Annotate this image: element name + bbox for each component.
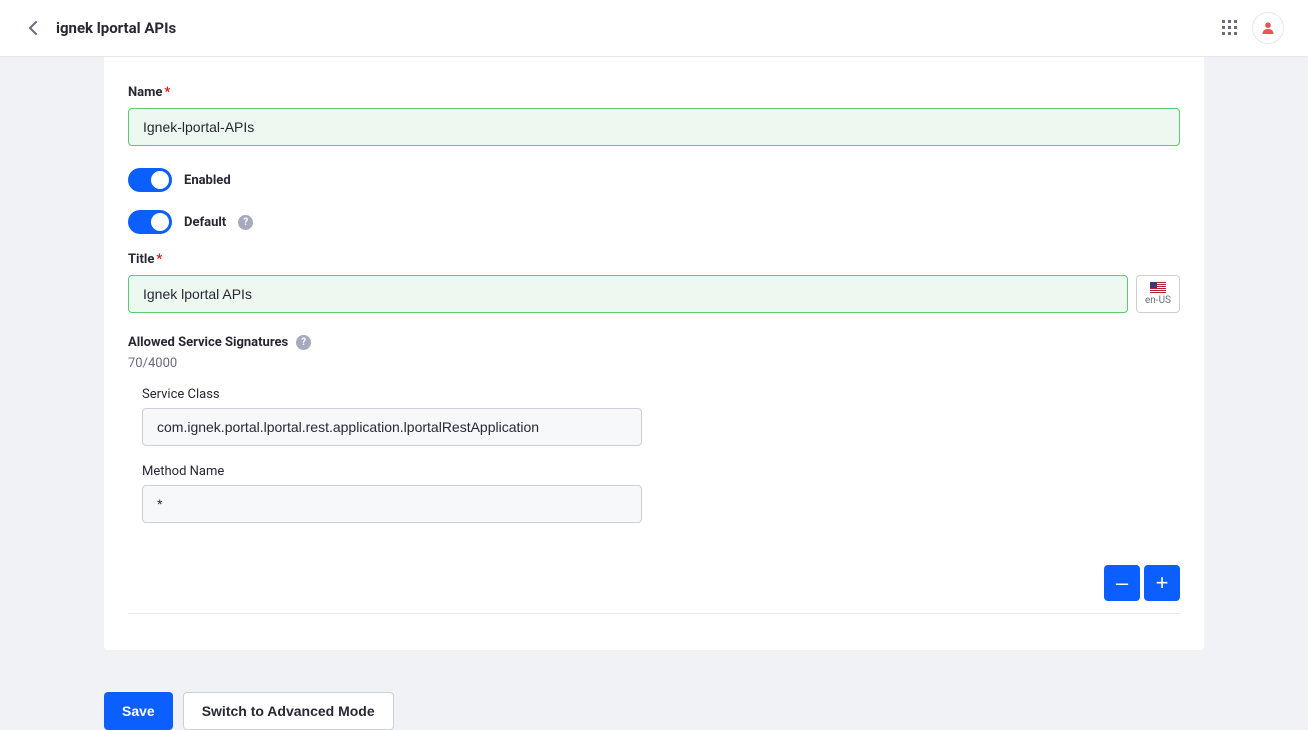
user-menu-button[interactable] [1252,12,1284,44]
service-class-input[interactable] [142,408,642,446]
enabled-row: Enabled [128,168,1180,192]
topbar: ignek lportal APIs [0,0,1308,57]
title-row: en-US [128,275,1180,313]
locale-button[interactable]: en-US [1136,275,1180,313]
title-label-text: Title [128,252,154,267]
signatures-label: Allowed Service Signatures [128,335,288,350]
apps-grid-icon [1222,20,1238,36]
help-icon[interactable]: ? [296,335,311,350]
save-button[interactable]: Save [104,692,173,730]
form-panel: Name* Enabled Default ? Title* [104,57,1204,650]
default-label: Default [184,215,226,230]
add-button[interactable]: + [1144,565,1180,601]
name-group: Name* [128,85,1180,146]
topbar-left: ignek lportal APIs [24,19,176,37]
service-class-group: Service Class [142,387,642,446]
enabled-toggle[interactable] [128,168,172,192]
enabled-label: Enabled [184,173,231,188]
title-label: Title* [128,252,1180,267]
method-name-input[interactable] [142,485,642,523]
required-mark: * [156,252,162,267]
method-name-group: Method Name [142,464,642,523]
required-mark: * [164,85,170,100]
content-wrap: Name* Enabled Default ? Title* [0,57,1308,680]
name-input[interactable] [128,108,1180,146]
signatures-header: Allowed Service Signatures ? [128,335,1180,350]
topbar-right [1222,12,1284,44]
signature-block: Service Class Method Name [128,387,1180,565]
remove-button[interactable]: – [1104,565,1140,601]
name-label: Name* [128,85,1180,100]
chevron-left-icon [28,21,38,35]
service-class-label: Service Class [142,387,642,402]
user-icon [1261,21,1275,35]
signature-buttons: – + [128,565,1180,601]
us-flag-icon [1150,282,1166,293]
advanced-mode-button[interactable]: Switch to Advanced Mode [183,692,394,730]
name-label-text: Name [128,85,162,100]
divider [128,613,1180,614]
apps-button[interactable] [1222,20,1238,36]
title-input[interactable] [128,275,1128,313]
back-button[interactable] [24,19,42,37]
footer-actions: Save Switch to Advanced Mode [104,692,1204,730]
method-name-label: Method Name [142,464,642,479]
title-group: Title* en-US [128,252,1180,313]
signatures-counter: 70/4000 [128,356,1180,371]
page-title: ignek lportal APIs [56,19,176,37]
default-toggle[interactable] [128,210,172,234]
default-row: Default ? [128,210,1180,234]
locale-code: en-US [1145,295,1171,306]
help-icon[interactable]: ? [238,215,253,230]
